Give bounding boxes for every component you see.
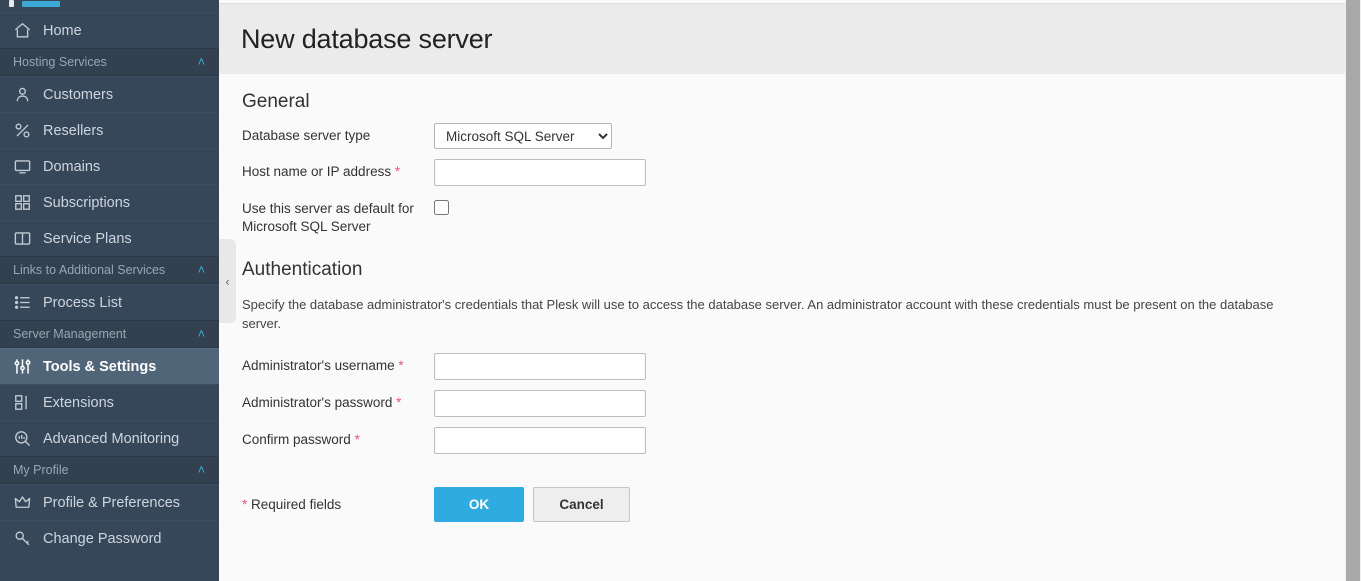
required-asterisk: *	[242, 497, 248, 512]
sidebar-section-links-to-additional-services[interactable]: Links to Additional Services ˄	[0, 256, 219, 284]
magnifier-chart-icon	[13, 429, 32, 448]
home-icon	[13, 21, 32, 40]
sidebar-section-label: Server Management	[13, 327, 127, 341]
chevron-up-icon: ˄	[197, 327, 205, 341]
sidebar-section-server-management[interactable]: Server Management ˄	[0, 320, 219, 348]
row-host-name: Host name or IP address *	[219, 159, 1345, 186]
sidebar-item-resellers[interactable]: Resellers	[0, 112, 219, 148]
label-text: Confirm password	[242, 432, 351, 447]
sidebar-item-label: Advanced Monitoring	[43, 430, 180, 447]
sidebar-item-label: Service Plans	[43, 230, 132, 247]
administrator-password-input[interactable]	[434, 390, 646, 417]
sidebar-item-home[interactable]: Home	[0, 12, 219, 48]
sliders-icon	[13, 357, 32, 376]
sidebar-item-label: Subscriptions	[43, 194, 131, 211]
label-default-server: Use this server as default for Microsoft…	[242, 201, 414, 234]
extensions-icon	[13, 393, 32, 412]
sidebar-item-profile-and-preferences[interactable]: Profile & Preferences	[0, 484, 219, 520]
label-database-server-type: Database server type	[242, 128, 371, 143]
sidebar-item-label: Domains	[43, 158, 101, 175]
general-section-title: General	[242, 91, 310, 112]
sidebar-item-label: Home	[43, 22, 82, 39]
sidebar-item-label: Tools & Settings	[43, 358, 157, 375]
user-icon	[13, 85, 32, 104]
sidebar-item-subscriptions[interactable]: Subscriptions	[0, 184, 219, 220]
chevron-up-icon: ˄	[197, 55, 205, 69]
sidebar-item-change-password[interactable]: Change Password	[0, 520, 219, 556]
sidebar-section-label: Links to Additional Services	[13, 263, 166, 277]
page-title: New database server	[241, 24, 493, 54]
main-content-area: New database server General Database ser…	[219, 0, 1361, 581]
label-administrator-password: Administrator's password *	[219, 390, 434, 412]
ok-button[interactable]: OK	[434, 487, 524, 522]
required-asterisk: *	[394, 164, 401, 179]
label-confirm-password: Confirm password *	[219, 427, 434, 449]
row-administrator-username: Administrator's username *	[219, 353, 1345, 380]
page-header: New database server	[219, 4, 1345, 74]
plesk-logo-wordmark-icon	[22, 1, 60, 7]
crown-icon	[13, 493, 32, 512]
sidebar-item-extensions[interactable]: Extensions	[0, 384, 219, 420]
sidebar-item-advanced-monitoring[interactable]: Advanced Monitoring	[0, 420, 219, 456]
percent-icon	[13, 121, 32, 140]
sidebar-item-label: Profile & Preferences	[43, 494, 181, 511]
label-text: Host name or IP address	[242, 164, 392, 179]
default-server-checkbox[interactable]	[434, 200, 449, 215]
administrator-username-input[interactable]	[434, 353, 646, 380]
label-host-name: Host name or IP address *	[219, 159, 434, 181]
row-database-server-type: Database server type Microsoft SQL Serve…	[219, 123, 1345, 149]
sidebar-item-label: Customers	[43, 86, 114, 103]
key-icon	[13, 529, 32, 548]
label-administrator-username: Administrator's username *	[219, 353, 434, 375]
required-fields-note: * Required fields	[219, 497, 434, 512]
sidebar-logo[interactable]	[0, 0, 219, 12]
chevron-up-icon: ˄	[197, 463, 205, 477]
vertical-scrollbar-track[interactable]	[1345, 0, 1361, 581]
chevron-up-icon: ˄	[197, 263, 205, 277]
list-icon	[13, 293, 32, 312]
confirm-password-input[interactable]	[434, 427, 646, 454]
cancel-button[interactable]: Cancel	[533, 487, 630, 522]
grid-icon	[13, 193, 32, 212]
vertical-scrollbar-thumb[interactable]	[1346, 0, 1360, 581]
plesk-admin-window: Home Hosting Services ˄ Customers Resell…	[0, 0, 1361, 581]
plesk-logo-mark-icon	[9, 0, 14, 7]
sidebar-item-label: Resellers	[43, 122, 104, 139]
required-asterisk: *	[354, 432, 360, 447]
row-administrator-password: Administrator's password *	[219, 390, 1345, 417]
sidebar-section-hosting-services[interactable]: Hosting Services ˄	[0, 48, 219, 76]
sidebar-item-label: Process List	[43, 294, 122, 311]
form-footer: * Required fields OK Cancel	[219, 487, 1345, 522]
monitor-icon	[13, 157, 32, 176]
label-text: Administrator's password	[242, 395, 393, 410]
main-sidebar: Home Hosting Services ˄ Customers Resell…	[0, 0, 219, 581]
required-asterisk: *	[398, 358, 404, 373]
sidebar-item-label: Change Password	[43, 530, 162, 547]
sidebar-section-label: Hosting Services	[13, 55, 107, 69]
row-default-server-checkbox: Use this server as default for Microsoft…	[219, 196, 1345, 236]
authentication-description: Specify the database administrator's cre…	[242, 297, 1274, 331]
row-confirm-password: Confirm password *	[219, 427, 1345, 454]
sidebar-item-customers[interactable]: Customers	[0, 76, 219, 112]
sidebar-section-my-profile[interactable]: My Profile ˄	[0, 456, 219, 484]
sidebar-section-label: My Profile	[13, 463, 69, 477]
sidebar-item-process-list[interactable]: Process List	[0, 284, 219, 320]
sidebar-item-tools-and-settings[interactable]: Tools & Settings	[0, 348, 219, 384]
sidebar-item-service-plans[interactable]: Service Plans	[0, 220, 219, 256]
form-content: General Database server type Microsoft S…	[219, 74, 1345, 522]
required-asterisk: *	[396, 395, 402, 410]
required-fields-text: Required fields	[251, 497, 342, 512]
authentication-section-title: Authentication	[242, 259, 363, 280]
database-server-type-select[interactable]: Microsoft SQL Server	[434, 123, 612, 149]
label-text: Administrator's username	[242, 358, 395, 373]
chevron-left-icon: ‹	[225, 273, 230, 289]
sidebar-item-domains[interactable]: Domains	[0, 148, 219, 184]
host-name-input[interactable]	[434, 159, 646, 186]
book-icon	[13, 229, 32, 248]
sidebar-item-label: Extensions	[43, 394, 114, 411]
sidebar-collapse-handle[interactable]: ‹	[219, 239, 236, 323]
